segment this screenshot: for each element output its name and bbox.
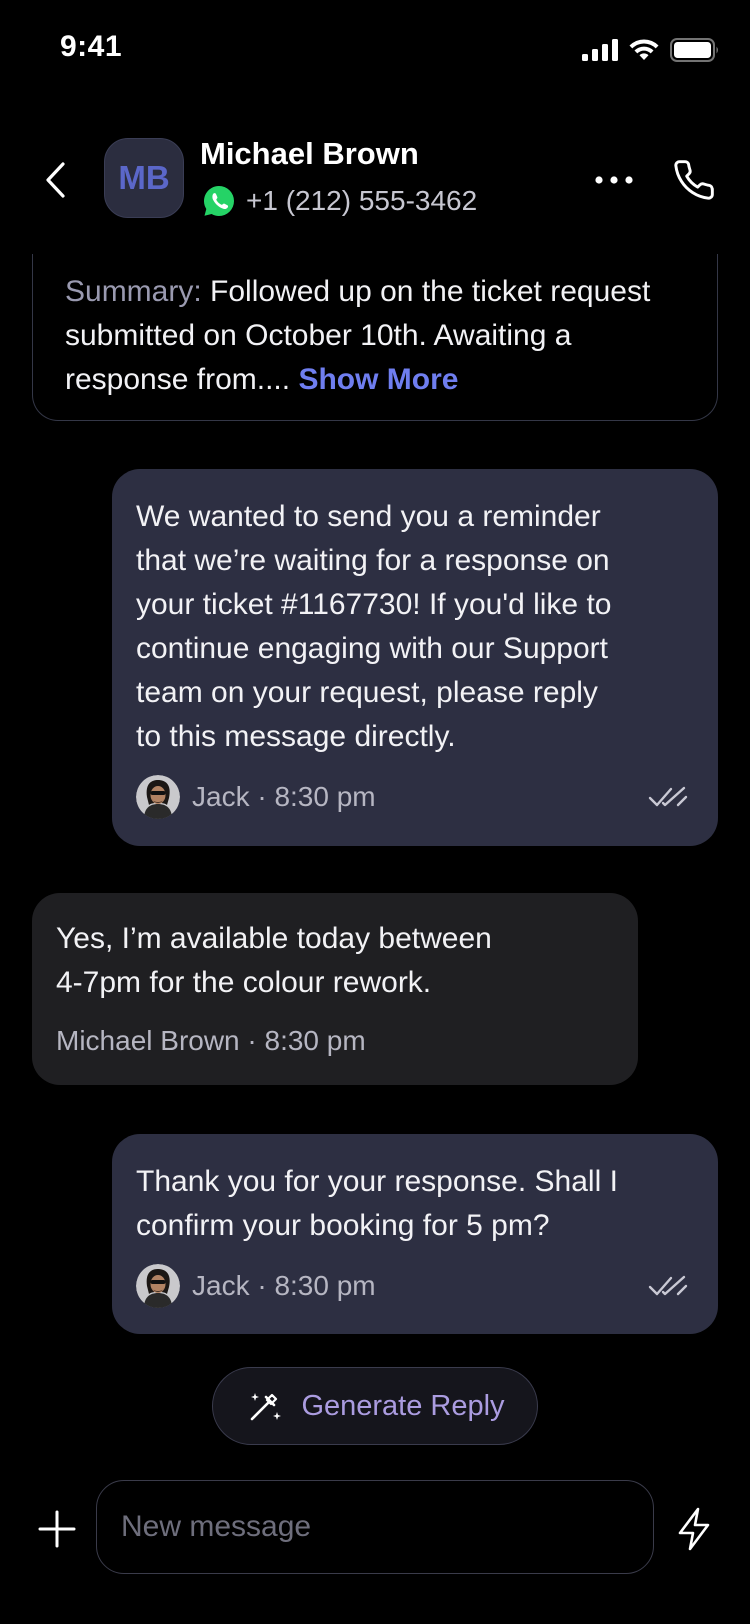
back-button[interactable] bbox=[38, 156, 74, 204]
call-button[interactable] bbox=[668, 154, 720, 206]
double-check-icon bbox=[648, 786, 688, 807]
chevron-left-icon bbox=[46, 162, 65, 198]
wifi-icon bbox=[629, 39, 659, 60]
status-bar: 9:41 bbox=[0, 0, 750, 100]
summary-label: Summary: bbox=[65, 275, 202, 308]
ellipsis-icon bbox=[595, 176, 633, 184]
more-options-button[interactable] bbox=[592, 158, 636, 202]
lightning-icon[interactable] bbox=[674, 1506, 714, 1552]
message-meta: Michael Brown · 8:30 pm bbox=[56, 1019, 614, 1063]
contact-phone: +1 (212) 555-3462 bbox=[246, 185, 478, 216]
plus-icon[interactable] bbox=[36, 1508, 78, 1550]
message-input[interactable] bbox=[96, 1480, 654, 1574]
whatsapp-icon bbox=[202, 184, 236, 218]
generate-reply-label: Generate Reply bbox=[301, 1389, 505, 1422]
message-sender-time: Michael Brown · 8:30 pm bbox=[56, 1025, 366, 1056]
show-more-link[interactable]: Show More bbox=[298, 363, 458, 396]
message-bubble-incoming[interactable]: Yes, I’m available today between 4-7pm f… bbox=[32, 893, 638, 1085]
message-text: Thank you for your response. Shall I con… bbox=[136, 1165, 618, 1242]
avatar bbox=[136, 775, 180, 819]
message-sender-time: Jack · 8:30 pm bbox=[192, 781, 376, 812]
message-bubble-outgoing[interactable]: Thank you for your response. Shall I con… bbox=[112, 1134, 718, 1334]
double-check-icon bbox=[648, 1275, 688, 1296]
magic-wand-icon bbox=[251, 1393, 282, 1421]
avatar bbox=[136, 1264, 180, 1308]
message-text: Yes, I’m available today between 4-7pm f… bbox=[56, 922, 492, 999]
phone-icon bbox=[674, 160, 714, 200]
message-bubble-outgoing[interactable]: We wanted to send you a reminder that we… bbox=[112, 469, 718, 846]
message-meta: Jack · 8:30 pm bbox=[136, 775, 692, 819]
chat-header: MB Michael Brown +1 (212) 555-3462 bbox=[0, 130, 750, 230]
status-icons bbox=[582, 38, 720, 62]
contact-avatar[interactable]: MB bbox=[104, 138, 184, 218]
conversation-summary: Summary: Followed up on the ticket reque… bbox=[32, 254, 718, 421]
cellular-signal-icon bbox=[582, 39, 618, 61]
message-meta: Jack · 8:30 pm bbox=[136, 1264, 692, 1308]
battery-icon bbox=[670, 38, 718, 62]
status-time: 9:41 bbox=[60, 30, 123, 63]
contact-channel-line: +1 (212) 555-3462 bbox=[202, 184, 477, 218]
message-sender-time: Jack · 8:30 pm bbox=[192, 1270, 376, 1301]
generate-reply-button[interactable]: Generate Reply bbox=[212, 1367, 538, 1445]
contact-name[interactable]: Michael Brown bbox=[200, 136, 419, 172]
message-text: We wanted to send you a reminder that we… bbox=[136, 500, 612, 753]
